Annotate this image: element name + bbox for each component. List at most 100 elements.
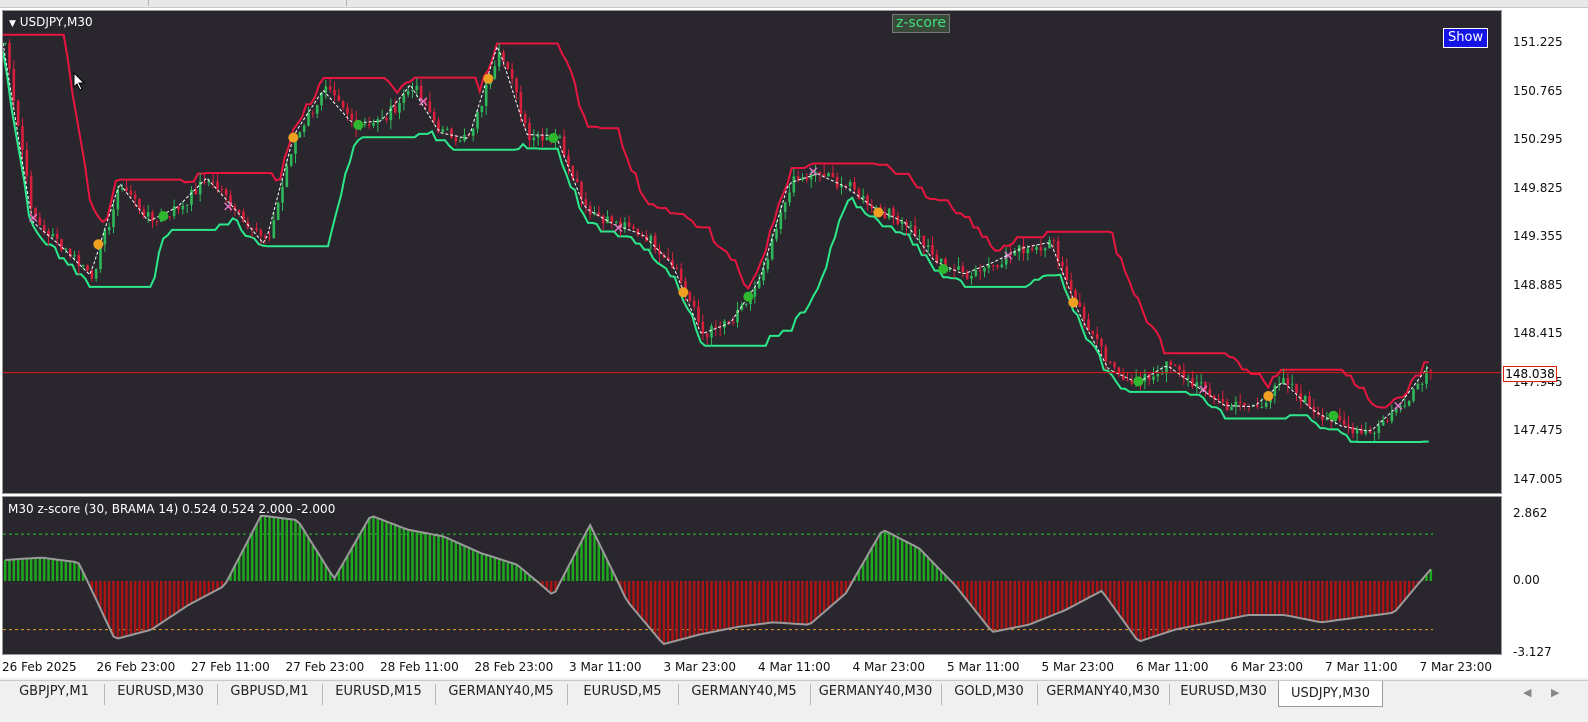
triangle-down-icon[interactable]: ▼ [9,19,16,29]
candle-body [1048,239,1051,249]
candle-body [770,239,774,260]
top-toolbar-strip [0,0,1588,8]
candle-body [523,114,527,124]
chart-tab[interactable]: GERMANY40,M5 [678,684,811,705]
candle-body [1143,374,1147,382]
scroll-right-icon[interactable]: ▶ [1551,686,1559,699]
chart-tab[interactable]: EURUSD,M30 [104,684,218,705]
candle-body [445,128,449,130]
chart-tab[interactable]: EURUSD,M15 [322,684,436,705]
candle-body [1308,395,1311,407]
candle-body [376,119,380,124]
candle-body [73,255,76,257]
time-tick-label: 5 Mar 11:00 [947,660,1020,674]
upper-band-line [3,33,1429,409]
chart-tab[interactable]: GBPUSD,M1 [217,684,323,705]
zscore-chart-canvas[interactable] [3,497,1501,654]
candle-body [311,112,315,114]
price-panel[interactable]: ✕ ✕ ✕ ✕ ✕ ✕ ✕ ✕ ▼ USDJPY,M30 z-score Show [2,10,1502,494]
candle-body [272,220,276,238]
time-axis[interactable]: 26 Feb 2025 26 Feb 23:00 27 Feb 11:00 27 Fe… [0,656,1588,678]
candle-body [692,300,696,307]
candle-body [406,91,410,95]
candle-body [848,182,852,187]
candle-body [558,136,562,139]
candle-body [1338,415,1342,421]
candle-body [493,66,497,79]
price-tick-label: 150.765 [1513,83,1563,98]
candle-body [753,287,757,297]
candle-body [346,107,349,114]
sell-signal-dot [483,73,494,84]
candle-body [1178,366,1181,371]
candle-body [1165,361,1168,374]
chart-tab[interactable]: USDJPY,M30 [1278,681,1383,707]
sell-signal-dot [93,239,104,250]
chart-tab[interactable]: GOLD,M30 [941,684,1038,705]
candle-body [653,235,657,250]
chart-tab[interactable]: GBPJPY,M1 [4,684,105,705]
candle-body [649,235,653,242]
price-tick-label: 149.825 [1513,180,1563,195]
candle-body [168,216,172,218]
candle-body [255,228,258,231]
candle-body [1152,376,1155,380]
candle-body [285,165,289,188]
buy-signal-dot [158,211,169,222]
price-axis[interactable]: 151.225 150.765 150.295 149.825 149.355 148.8… [1503,10,1588,494]
candle-body [792,176,796,193]
candle-body [367,124,371,126]
candle-body [1355,429,1359,434]
candle-body [3,43,7,45]
candle-body [978,270,982,272]
chart-tab[interactable]: GERMANY40,M30 [810,684,942,705]
zscore-axis[interactable]: 2.862 0.00 -3.127 [1503,496,1588,659]
chart-tab-bar: GBPJPY,M1 EURUSD,M30 GBPUSD,M1 EURUSD,M15 GE… [0,680,1588,722]
candle-body [636,228,640,236]
candle-body [1429,370,1433,372]
candle-body [281,187,284,203]
price-tick-label: 148.415 [1513,326,1563,340]
buy-signal-dot [1133,376,1144,387]
candle-body [112,209,115,228]
candle-body [1104,346,1108,362]
chart-tab[interactable]: GERMANY40,M30 [1037,684,1170,705]
candle-body [268,237,271,239]
candle-body [21,125,24,151]
scroll-left-icon[interactable]: ◀ [1523,686,1531,699]
candle-body [1065,266,1069,281]
candle-body [831,173,835,178]
candle-body [16,100,20,126]
candle-body [688,292,692,301]
candle-body [1091,330,1095,334]
sell-signal-dot [1068,297,1079,308]
candle-body [679,268,683,282]
candle-body [458,140,462,142]
candle-body [25,150,29,176]
chart-tab[interactable]: EURUSD,M5 [567,684,679,705]
indicator-badge[interactable]: z-score [892,14,951,33]
chart-window[interactable]: ✕ ✕ ✕ ✕ ✕ ✕ ✕ ✕ ▼ USDJPY,M30 z-score Show 151.2… [0,8,1588,659]
zscore-panel[interactable]: M30 z-score (30, BRAMA 14) 0.524 0.524 2… [2,496,1502,655]
candle-body [402,94,406,103]
chart-tab[interactable]: EURUSD,M30 [1169,684,1279,705]
candle-body [393,106,397,113]
candle-body [107,227,111,231]
candle-body [762,269,765,281]
candle-body [987,264,991,268]
symbol-label[interactable]: ▼ USDJPY,M30 [9,15,93,29]
time-tick-label: 3 Mar 23:00 [663,660,737,674]
price-chart-canvas[interactable]: ✕ ✕ ✕ ✕ ✕ ✕ ✕ ✕ [3,11,1501,493]
candle-body [415,85,419,90]
price-tick-label: 149.355 [1513,229,1563,243]
candle-body [276,202,280,221]
candle-body [350,113,354,120]
chart-tab[interactable]: GERMANY40,M5 [435,684,568,705]
candle-body [12,68,16,101]
candle-body [857,189,861,199]
candle-body [571,165,575,179]
show-button[interactable]: Show [1443,28,1489,48]
candle-body [181,205,185,210]
candle-body [389,106,393,121]
candle-body [961,266,965,273]
